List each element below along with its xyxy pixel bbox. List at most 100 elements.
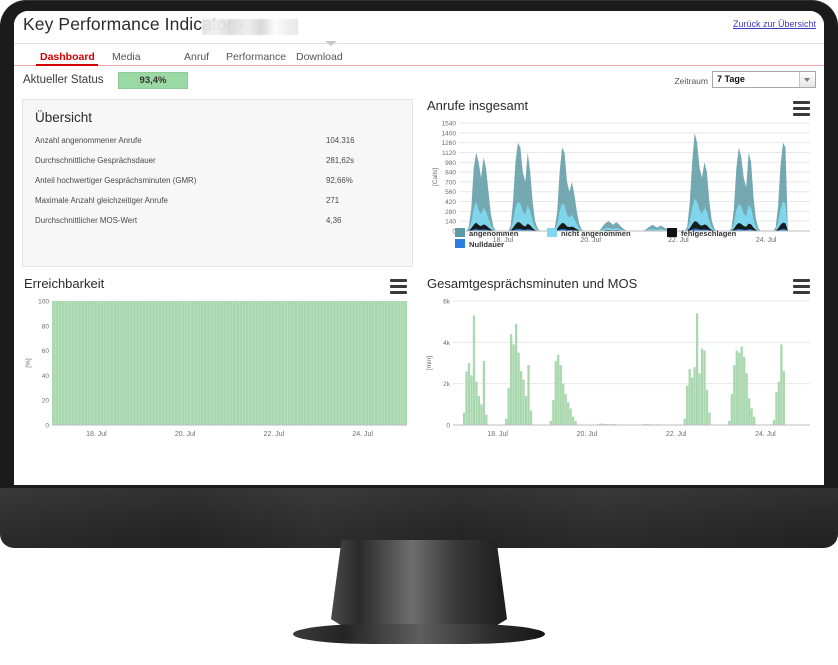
reachability-chart-plot: 0 20 40 60 80 100 [%] 18. Jul 20. Jul 22. Jul 24. … xyxy=(22,295,413,445)
timerange-label: Zeitraum xyxy=(674,76,708,86)
legend-swatch xyxy=(667,228,677,237)
monitor-stand-neck xyxy=(331,540,507,632)
legend-swatch xyxy=(455,228,465,237)
monitor-chin-sheen xyxy=(0,488,838,548)
talkminutes-chart-card: Gesamtgesprächsminuten und MOS 0 2k 4k 6k [m… xyxy=(425,274,816,446)
svg-text:20. Jul: 20. Jul xyxy=(175,431,196,438)
overview-row-label: Anteil hochwertiger Gesprächsminuten (GM… xyxy=(35,176,197,185)
tab-bar: Dashboard Media Anruf Performance Downlo… xyxy=(14,44,824,66)
redacted-customer-name xyxy=(202,19,298,35)
svg-text:560: 560 xyxy=(445,189,456,196)
svg-text:20: 20 xyxy=(42,398,50,405)
overview-card: Übersicht Anzahl angenommener Anrufe 104… xyxy=(22,99,413,267)
svg-text:22. Jul: 22. Jul xyxy=(264,431,285,438)
overview-column: Übersicht Anzahl angenommener Anrufe 104… xyxy=(22,96,413,268)
legend-item[interactable]: Nulldauer xyxy=(455,239,504,249)
tab-performance[interactable]: Performance xyxy=(226,51,286,63)
tab-media[interactable]: Media xyxy=(112,51,141,63)
app-header: Key Performance Indicator - Zurück zur Ü… xyxy=(14,11,824,46)
tab-anruf[interactable]: Anruf xyxy=(184,51,209,63)
panel-row-top: Übersicht Anzahl angenommener Anrufe 104… xyxy=(22,96,816,268)
svg-text:40: 40 xyxy=(42,373,50,380)
svg-text:22. Jul: 22. Jul xyxy=(666,431,687,438)
legend-item[interactable]: nicht angenommen xyxy=(547,228,631,238)
overview-row-value: 104.316 xyxy=(326,136,355,145)
overview-row-label: Durchschnittlicher MOS-Wert xyxy=(35,216,138,225)
back-to-overview-link[interactable]: Zurück zur Übersicht xyxy=(733,19,816,29)
current-status-label: Aktueller Status xyxy=(23,74,104,86)
dashboard-panels: Übersicht Anzahl angenommener Anrufe 104… xyxy=(14,96,824,446)
svg-text:24. Jul: 24. Jul xyxy=(352,431,373,438)
panel-row-bottom: Erreichbarkeit 0 20 40 60 80 100 [%] 18. Jul 20.… xyxy=(22,274,816,446)
reachability-chart-title: Erreichbarkeit xyxy=(24,276,105,291)
overview-row: Durchschnittlicher MOS-Wert 4,36 xyxy=(35,216,400,225)
overview-row-label: Anzahl angenommener Anrufe xyxy=(35,136,142,145)
svg-text:24. Jul: 24. Jul xyxy=(755,431,776,438)
svg-text:700: 700 xyxy=(445,179,456,186)
plot-mos-svg: 0 2k 4k 6k [min] 18. Jul 20. Jul 22. Jul 24. Jul xyxy=(426,299,810,438)
svg-text:0: 0 xyxy=(45,423,49,430)
overview-row: Anzahl angenommener Anrufe 104.316 xyxy=(35,136,400,145)
legend-label: angenommen xyxy=(469,229,519,238)
svg-text:980: 980 xyxy=(445,160,456,167)
svg-text:1400: 1400 xyxy=(442,130,457,137)
plot-reach-svg: 0 20 40 60 80 100 [%] 18. Jul 20. Jul 22. Jul 24. … xyxy=(25,299,407,438)
svg-text:[Calls]: [Calls] xyxy=(432,168,439,186)
tab-download[interactable]: Download xyxy=(296,51,343,63)
status-bar: Aktueller Status 93,4% Zeitraum 7 Tage xyxy=(14,66,824,96)
overview-row-value: 271 xyxy=(326,196,340,205)
svg-text:140: 140 xyxy=(445,219,456,226)
legend-label: fehlgeschlagen xyxy=(681,229,737,238)
talkminutes-chart-plot: 0 2k 4k 6k [min] 18. Jul 20. Jul 22. Jul 24. Jul xyxy=(425,295,816,445)
svg-text:100: 100 xyxy=(38,299,49,306)
svg-text:24. Jul: 24. Jul xyxy=(756,237,777,244)
overview-row-label: Maximale Anzahl gleichzeitiger Anrufe xyxy=(35,196,168,205)
svg-text:80: 80 xyxy=(42,323,50,330)
svg-text:2k: 2k xyxy=(443,381,451,388)
overview-row: Maximale Anzahl gleichzeitiger Anrufe 27… xyxy=(35,196,400,205)
legend-label: Nulldauer xyxy=(469,240,505,249)
svg-text:[%]: [%] xyxy=(25,358,32,368)
calls-chart-card: Anrufe insgesamt 01402804205607008409801… xyxy=(425,96,816,268)
svg-text:1260: 1260 xyxy=(442,140,457,147)
legend-item[interactable]: fehlgeschlagen xyxy=(667,228,736,238)
svg-text:18. Jul: 18. Jul xyxy=(487,431,508,438)
calls-chart-column: Anrufe insgesamt 01402804205607008409801… xyxy=(425,96,816,268)
svg-text:1540: 1540 xyxy=(442,121,457,128)
svg-text:22. Jul: 22. Jul xyxy=(668,237,689,244)
legend-swatch xyxy=(455,239,465,248)
timerange-dropdown-arrow-icon[interactable] xyxy=(799,72,815,87)
screen: Key Performance Indicator - Zurück zur Ü… xyxy=(14,11,824,485)
overview-row: Anteil hochwertiger Gesprächsminuten (GM… xyxy=(35,176,400,185)
svg-text:840: 840 xyxy=(445,170,456,177)
overview-title: Übersicht xyxy=(35,110,93,125)
svg-text:[min]: [min] xyxy=(426,356,433,370)
talkminutes-chart-title: Gesamtgesprächsminuten und MOS xyxy=(427,276,638,291)
status-badge: 93,4% xyxy=(118,72,188,89)
svg-text:20. Jul: 20. Jul xyxy=(580,237,601,244)
svg-text:1120: 1120 xyxy=(442,150,456,157)
calls-chart-title: Anrufe insgesamt xyxy=(427,98,529,113)
svg-text:20. Jul: 20. Jul xyxy=(577,431,598,438)
legend-swatch xyxy=(547,228,557,237)
svg-text:280: 280 xyxy=(445,209,456,216)
overview-row-value: 92,66% xyxy=(326,176,353,185)
overview-row: Durchschnittliche Gesprächsdauer 281,62s xyxy=(35,156,400,165)
reachability-chart-column: Erreichbarkeit 0 20 40 60 80 100 [%] 18. Jul 20.… xyxy=(22,274,413,446)
overview-row-label: Durchschnittliche Gesprächsdauer xyxy=(35,156,156,165)
svg-text:0: 0 xyxy=(446,423,450,430)
svg-text:420: 420 xyxy=(445,199,456,206)
monitor-chin xyxy=(0,488,838,548)
svg-text:4k: 4k xyxy=(443,340,451,347)
reachability-chart-card: Erreichbarkeit 0 20 40 60 80 100 [%] 18. Jul 20.… xyxy=(22,274,413,446)
screenshot-root: Key Performance Indicator - Zurück zur Ü… xyxy=(0,0,838,665)
overview-row-value: 281,62s xyxy=(326,156,355,165)
legend-item[interactable]: angenommen xyxy=(455,228,518,238)
svg-text:18. Jul: 18. Jul xyxy=(86,431,107,438)
tab-dashboard[interactable]: Dashboard xyxy=(40,51,95,63)
svg-text:60: 60 xyxy=(42,348,50,355)
talkminutes-chart-column: Gesamtgesprächsminuten und MOS 0 2k 4k 6k [m… xyxy=(425,274,816,446)
legend-label: nicht angenommen xyxy=(561,229,631,238)
overview-row-value: 4,36 xyxy=(326,216,342,225)
monitor-stand-foot xyxy=(293,624,545,644)
